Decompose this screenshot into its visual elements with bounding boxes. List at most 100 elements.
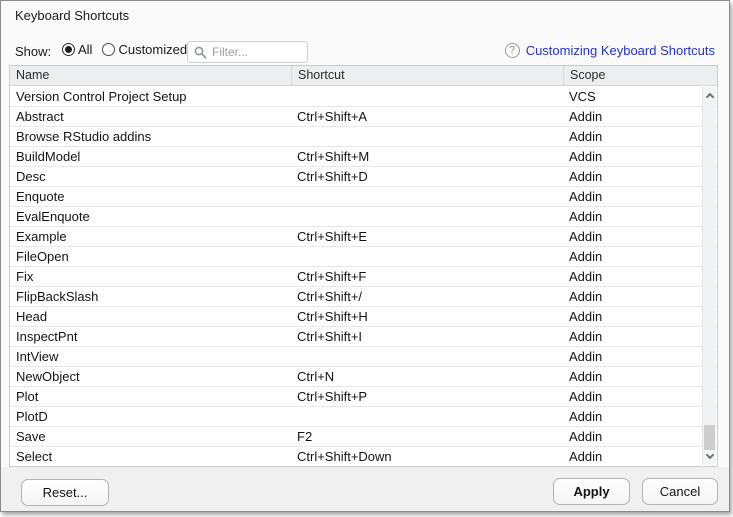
cell-name: Fix (10, 267, 291, 286)
cell-name: Head (10, 307, 291, 326)
cell-shortcut: Ctrl+Shift+F (291, 267, 563, 286)
chevron-down-icon (705, 451, 713, 459)
reset-button[interactable]: Reset... (21, 479, 109, 506)
cell-shortcut: Ctrl+Shift+Down (291, 447, 563, 466)
cell-shortcut: Ctrl+Shift+M (291, 147, 563, 166)
cell-scope: Addin (563, 427, 717, 446)
cell-shortcut (291, 187, 563, 206)
cell-name: FileOpen (10, 247, 291, 266)
scrollbar-thumb[interactable] (704, 425, 715, 450)
cell-name: EvalEnquote (10, 207, 291, 226)
table-row[interactable]: BuildModelCtrl+Shift+MAddin (10, 147, 717, 167)
cell-shortcut (291, 207, 563, 226)
table-row[interactable]: FileOpen Addin (10, 247, 717, 267)
cell-name: PlotD (10, 407, 291, 426)
table-row[interactable]: SelectCtrl+Shift+DownAddin (10, 447, 717, 466)
cancel-button[interactable]: Cancel (642, 478, 718, 505)
column-header-name[interactable]: Name (10, 66, 291, 85)
cell-scope: Addin (563, 187, 717, 206)
cell-name: BuildModel (10, 147, 291, 166)
cell-scope: Addin (563, 247, 717, 266)
apply-button[interactable]: Apply (553, 478, 630, 505)
shortcuts-table: Name Shortcut Scope Version Control Proj… (9, 65, 718, 467)
radio-all[interactable]: All (62, 42, 92, 57)
cell-shortcut: Ctrl+Shift+/ (291, 287, 563, 306)
cell-name: InspectPnt (10, 327, 291, 346)
cell-scope: Addin (563, 347, 717, 366)
cell-shortcut (291, 247, 563, 266)
radio-customized-circle[interactable] (102, 43, 115, 56)
table-row[interactable]: DescCtrl+Shift+DAddin (10, 167, 717, 187)
table-row[interactable]: Browse RStudio addins Addin (10, 127, 717, 147)
vertical-scrollbar[interactable] (702, 87, 716, 465)
table-body: Version Control Project SetupVCSAbstract… (10, 87, 717, 466)
cell-name: Example (10, 227, 291, 246)
radio-all-circle[interactable] (62, 43, 75, 56)
cell-scope: Addin (563, 167, 717, 186)
table-header: Name Shortcut Scope (10, 66, 717, 86)
search-icon (194, 46, 207, 59)
table-row[interactable]: InspectPntCtrl+Shift+IAddin (10, 327, 717, 347)
cell-name: Select (10, 447, 291, 466)
show-radio-group: All Customized (62, 42, 187, 57)
cell-scope: Addin (563, 447, 717, 466)
cell-scope: Addin (563, 107, 717, 126)
cell-scope: Addin (563, 367, 717, 386)
cell-shortcut (291, 87, 563, 106)
cell-scope: Addin (563, 267, 717, 286)
cell-name: Enquote (10, 187, 291, 206)
cell-name: Desc (10, 167, 291, 186)
table-row[interactable]: PlotD Addin (10, 407, 717, 427)
table-row[interactable]: HeadCtrl+Shift+HAddin (10, 307, 717, 327)
column-header-shortcut[interactable]: Shortcut (291, 66, 563, 85)
filter-input[interactable] (212, 45, 301, 59)
cell-shortcut: Ctrl+Shift+A (291, 107, 563, 126)
radio-customized-label: Customized (118, 42, 187, 57)
table-row[interactable]: AbstractCtrl+Shift+AAddin (10, 107, 717, 127)
cell-scope: Addin (563, 227, 717, 246)
radio-customized[interactable]: Customized (102, 42, 187, 57)
dialog-title: Keyboard Shortcuts (15, 8, 129, 23)
table-row[interactable]: FlipBackSlashCtrl+Shift+/Addin (10, 287, 717, 307)
cell-name: Save (10, 427, 291, 446)
cell-name: IntView (10, 347, 291, 366)
cell-name: NewObject (10, 367, 291, 386)
cell-name: Abstract (10, 107, 291, 126)
cell-shortcut: F2 (291, 427, 563, 446)
column-header-scope[interactable]: Scope (563, 66, 717, 85)
table-row[interactable]: Version Control Project SetupVCS (10, 87, 717, 107)
table-row[interactable]: PlotCtrl+Shift+PAddin (10, 387, 717, 407)
keyboard-shortcuts-dialog: Keyboard Shortcuts Show: All Customized … (0, 0, 730, 512)
dialog-titlebar[interactable]: Keyboard Shortcuts (1, 1, 729, 31)
cell-scope: Addin (563, 387, 717, 406)
radio-all-label: All (78, 42, 92, 57)
table-row[interactable]: SaveF2Addin (10, 427, 717, 447)
cell-scope: Addin (563, 127, 717, 146)
table-row[interactable]: FixCtrl+Shift+FAddin (10, 267, 717, 287)
filter-box[interactable] (187, 41, 308, 63)
cell-shortcut (291, 127, 563, 146)
help-question-icon[interactable]: ? (505, 43, 520, 58)
table-row[interactable]: IntView Addin (10, 347, 717, 367)
cell-shortcut: Ctrl+N (291, 367, 563, 386)
cell-name: Plot (10, 387, 291, 406)
chevron-up-icon (705, 93, 713, 101)
cell-scope: Addin (563, 307, 717, 326)
cell-scope: Addin (563, 207, 717, 226)
cell-name: FlipBackSlash (10, 287, 291, 306)
table-row[interactable]: Enquote Addin (10, 187, 717, 207)
customizing-shortcuts-link[interactable]: Customizing Keyboard Shortcuts (526, 43, 715, 58)
cell-shortcut: Ctrl+Shift+I (291, 327, 563, 346)
table-row[interactable]: NewObjectCtrl+NAddin (10, 367, 717, 387)
cell-shortcut (291, 407, 563, 426)
cell-name: Browse RStudio addins (10, 127, 291, 146)
cell-scope: Addin (563, 327, 717, 346)
table-row[interactable]: ExampleCtrl+Shift+EAddin (10, 227, 717, 247)
cell-shortcut: Ctrl+Shift+P (291, 387, 563, 406)
scrollbar-down-button[interactable] (703, 449, 716, 464)
table-row[interactable]: EvalEnquote Addin (10, 207, 717, 227)
scrollbar-up-button[interactable] (703, 88, 716, 103)
cell-shortcut: Ctrl+Shift+D (291, 167, 563, 186)
cell-scope: Addin (563, 287, 717, 306)
cell-scope: Addin (563, 407, 717, 426)
